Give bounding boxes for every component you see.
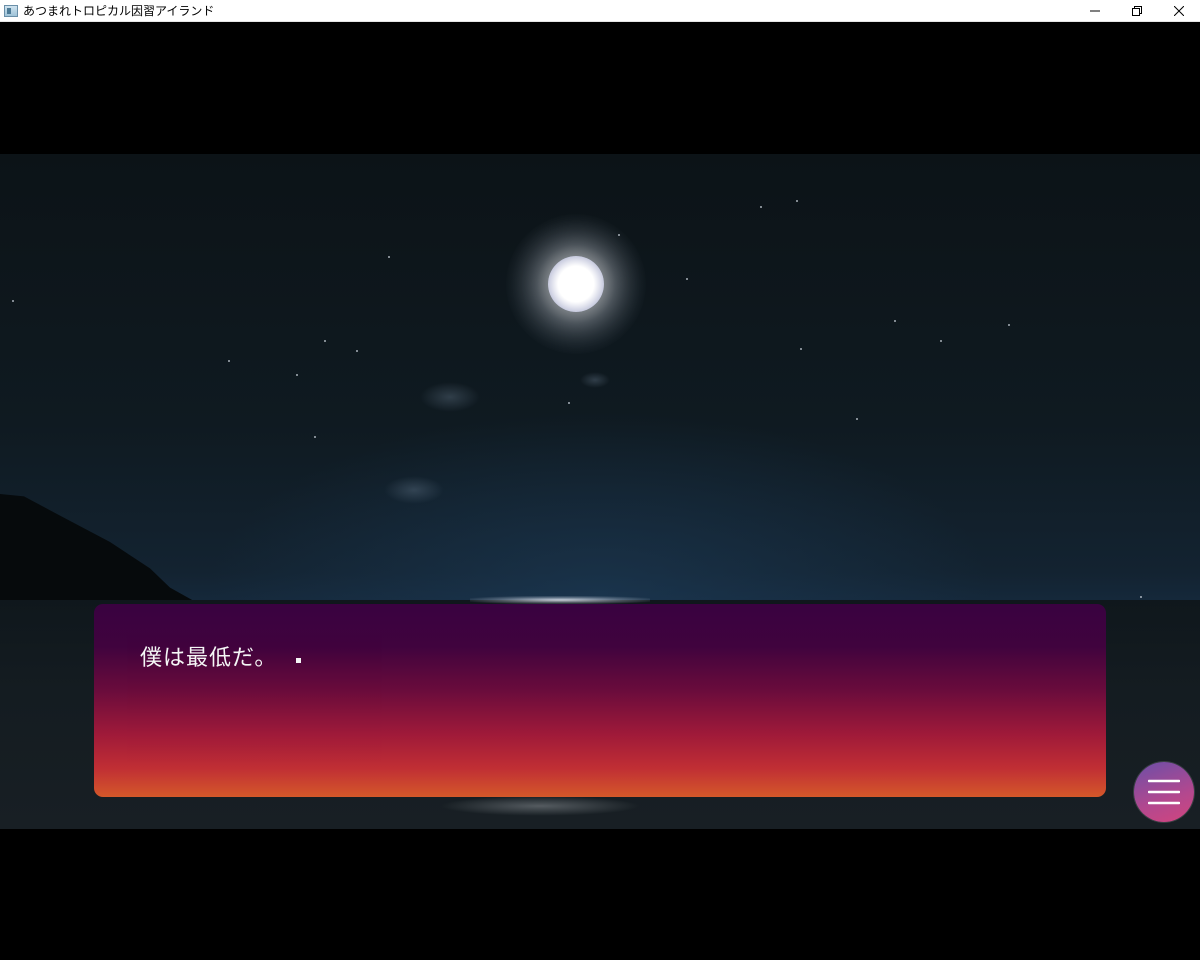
- window-controls: [1074, 0, 1200, 22]
- moonlight-reflection: [470, 596, 650, 604]
- star: [796, 200, 798, 202]
- star: [800, 348, 802, 350]
- window-titlebar[interactable]: あつまれトロピカル因習アイランド: [0, 0, 1200, 22]
- close-button[interactable]: [1158, 0, 1200, 22]
- message-window[interactable]: 僕は最低だ。: [94, 604, 1106, 797]
- window-title: あつまれトロピカル因習アイランド: [23, 4, 215, 18]
- star: [314, 436, 316, 438]
- restore-button[interactable]: [1116, 0, 1158, 22]
- dialogue-text: 僕は最低だ。: [140, 646, 278, 671]
- star: [388, 256, 390, 258]
- game-screen[interactable]: 僕は最低だ。: [0, 22, 1200, 960]
- menu-button[interactable]: [1134, 762, 1194, 822]
- app-icon: [4, 4, 18, 17]
- restore-icon: [1132, 5, 1142, 16]
- cloud: [580, 372, 610, 388]
- moon: [548, 256, 604, 312]
- star: [940, 340, 942, 342]
- star: [618, 234, 620, 236]
- star: [686, 278, 688, 280]
- star: [296, 374, 298, 376]
- star: [12, 300, 14, 302]
- star: [856, 418, 858, 420]
- star: [894, 320, 896, 322]
- star: [356, 350, 358, 352]
- star: [760, 206, 762, 208]
- star: [568, 402, 570, 404]
- minimize-button[interactable]: [1074, 0, 1116, 22]
- star: [1140, 596, 1142, 598]
- cloud: [420, 382, 480, 412]
- wave-foam: [440, 796, 640, 816]
- close-icon: [1174, 5, 1184, 16]
- cloud: [384, 476, 444, 504]
- minimize-icon: [1090, 10, 1100, 11]
- star: [1008, 324, 1010, 326]
- star: [228, 360, 230, 362]
- headland-silhouette: [0, 494, 200, 614]
- hamburger-menu-icon: [1148, 779, 1180, 805]
- continue-indicator-icon: [296, 658, 301, 663]
- star: [324, 340, 326, 342]
